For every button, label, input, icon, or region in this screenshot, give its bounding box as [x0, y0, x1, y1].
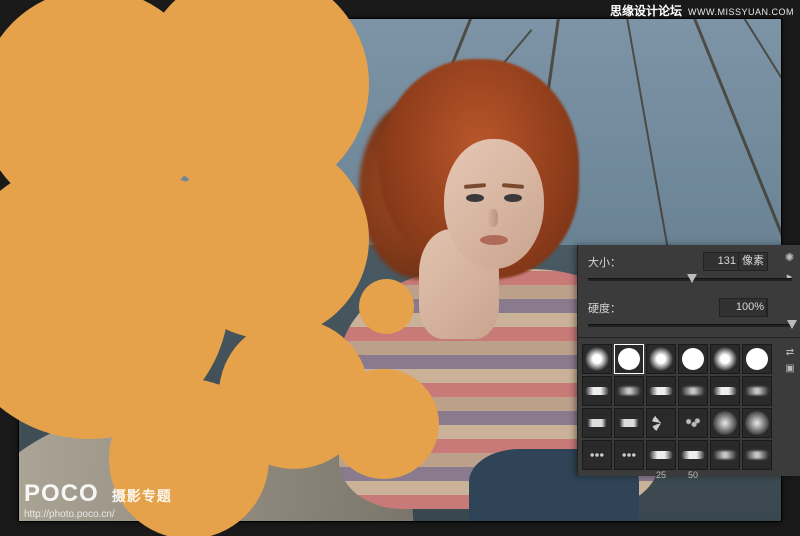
brush-options-panel: ✺ ▸ 大小： 131 像素 硬度： 100%: [577, 245, 800, 476]
brush-dot: [109, 179, 229, 299]
size-value: 131: [704, 253, 739, 270]
poco-brand: POCO: [24, 480, 99, 507]
brush-hard-round-3[interactable]: [742, 344, 772, 374]
brush-stroke-1[interactable]: [582, 376, 612, 406]
brush-stroke-4[interactable]: [678, 376, 708, 406]
size-unit: 像素: [739, 253, 767, 270]
brush-soft-round-2[interactable]: [646, 344, 676, 374]
hardness-row: 硬度： 100%: [578, 291, 800, 319]
size-input[interactable]: 131 像素: [703, 252, 768, 271]
brush-dots-2[interactable]: [614, 440, 644, 470]
brush-stroke-3[interactable]: [646, 376, 676, 406]
brush-dot: [329, 369, 439, 479]
poco-subtitle: 摄影专题: [112, 488, 172, 504]
brush-soft-round[interactable]: [582, 344, 612, 374]
brush-soft-round-3[interactable]: [710, 344, 740, 374]
watermark-top-right: 思缘设计论坛 WWW.MISSYUAN.COM: [610, 2, 794, 19]
brush-stroke-6[interactable]: [742, 376, 772, 406]
swap-icon[interactable]: ⇄: [784, 346, 796, 358]
hardness-input[interactable]: 100%: [719, 298, 768, 317]
new-preset-icon[interactable]: ▣: [784, 362, 796, 374]
hardness-value: 100%: [720, 299, 767, 316]
brush-flat-1[interactable]: [582, 408, 612, 438]
size-slider[interactable]: [588, 273, 792, 285]
brush-stroke-2[interactable]: [614, 376, 644, 406]
brush-flat-2[interactable]: [614, 408, 644, 438]
preset-side-controls: ⇄ ▣: [782, 344, 798, 470]
panel-divider: [578, 337, 800, 338]
size-row: 大小： 131 像素: [578, 245, 800, 273]
brush-hard-round-2[interactable]: [678, 344, 708, 374]
brush-taper-50[interactable]: 50: [678, 440, 708, 470]
brush-hard-round[interactable]: [614, 344, 644, 374]
brush-dot: [359, 279, 414, 334]
brush-taper-3[interactable]: [710, 440, 740, 470]
poco-url: http://photo.poco.cn/: [24, 509, 172, 520]
watermark-url: WWW.MISSYUAN.COM: [688, 7, 794, 17]
hardness-slider[interactable]: [588, 319, 792, 331]
watermark-text: 思缘设计论坛: [610, 2, 682, 19]
brush-stroke-5[interactable]: [710, 376, 740, 406]
gear-icon[interactable]: ✺: [783, 251, 796, 264]
brush-cluster[interactable]: [678, 408, 708, 438]
brush-taper-4[interactable]: [742, 440, 772, 470]
hardness-slider-thumb[interactable]: [787, 320, 797, 329]
brush-preset-grid: 25 50: [582, 344, 782, 470]
brush-spray-1[interactable]: [710, 408, 740, 438]
hardness-label: 硬度：: [588, 300, 622, 316]
brush-spray-2[interactable]: [742, 408, 772, 438]
brush-taper-25[interactable]: 25: [646, 440, 676, 470]
size-label: 大小：: [588, 254, 622, 270]
brush-dots-1[interactable]: [582, 440, 612, 470]
brush-fan[interactable]: [646, 408, 676, 438]
size-slider-thumb[interactable]: [687, 274, 697, 283]
watermark-bottom-left: POCO 摄影专题 http://photo.poco.cn/: [24, 480, 172, 520]
